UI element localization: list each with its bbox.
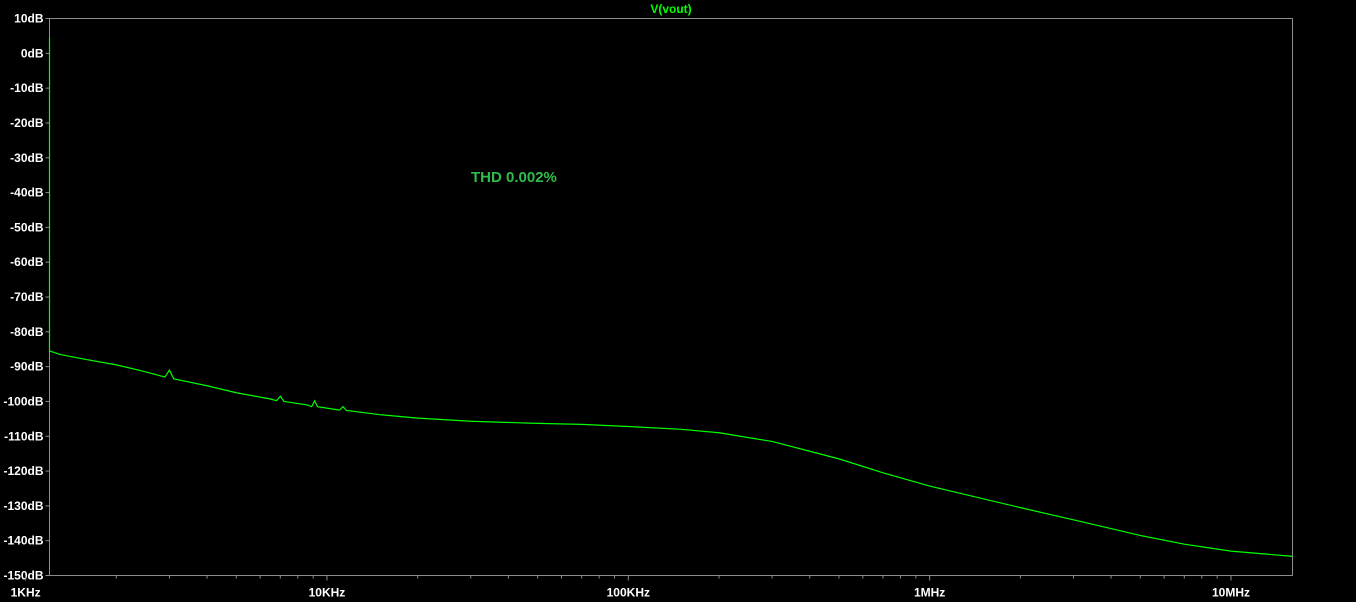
thd-annotation: THD 0.002%: [471, 169, 557, 186]
x-tick-label: 100KHz: [607, 586, 650, 600]
y-tick-label: -130dB: [3, 499, 43, 513]
plot-area: [49, 18, 1293, 576]
y-tick-label: -10dB: [10, 81, 44, 95]
y-tick-label: -70dB: [10, 290, 44, 304]
chart: V(vout) 10dB 0dB -10dB -20dB -30dB -40dB -50dB…: [3, 2, 1293, 600]
y-tick-label: -60dB: [10, 255, 44, 269]
x-tick-label: 10KHz: [309, 586, 346, 600]
y-tick-label: 0dB: [21, 46, 44, 60]
x-axis: 1KHz 10KHz 100KHz 1MHz 10MHz: [11, 575, 1250, 600]
y-tick-label: -30dB: [10, 151, 44, 165]
x-tick-label: 1MHz: [914, 586, 945, 600]
y-tick-label: -90dB: [10, 360, 44, 374]
y-tick-label: -110dB: [4, 429, 44, 443]
y-tick-label: -150dB: [3, 569, 43, 583]
x-tick-label: 1KHz: [11, 586, 41, 600]
y-tick-label: -100dB: [3, 394, 43, 408]
y-tick-label: 10dB: [14, 12, 44, 26]
y-tick-label: -50dB: [10, 220, 44, 234]
y-axis: 10dB 0dB -10dB -20dB -30dB -40dB -50dB -60dB -70…: [3, 12, 50, 583]
y-tick-label: -120dB: [3, 464, 43, 478]
x-tick-label: 10MHz: [1212, 586, 1250, 600]
y-tick-label: -40dB: [10, 186, 44, 200]
chart-title: V(vout): [650, 2, 691, 16]
y-tick-label: -140dB: [3, 534, 43, 548]
y-tick-label: -80dB: [10, 325, 44, 339]
y-tick-label: -20dB: [10, 116, 44, 130]
